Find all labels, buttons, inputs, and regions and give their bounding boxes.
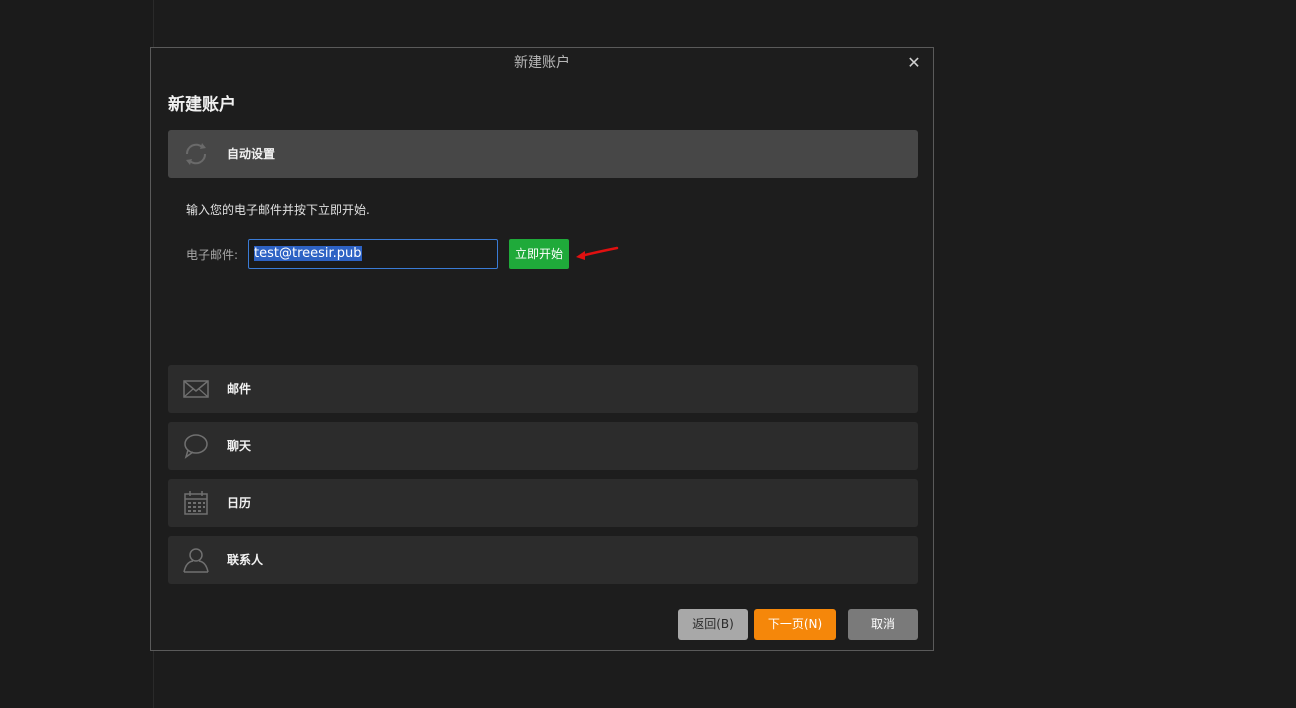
section-chat[interactable]: 聊天 xyxy=(168,422,918,470)
close-button[interactable]: ✕ xyxy=(905,54,923,72)
calendar-icon xyxy=(184,491,208,515)
chat-bubble-icon xyxy=(184,434,208,459)
section-contacts[interactable]: 联系人 xyxy=(168,536,918,584)
sync-icon xyxy=(185,143,207,165)
section-calendar[interactable]: 日历 xyxy=(168,479,918,527)
email-label: 电子邮件: xyxy=(186,248,239,262)
email-field[interactable]: test@treesir.pub xyxy=(248,239,498,269)
next-button[interactable]: 下一页(N) xyxy=(754,609,836,640)
section-label-contacts: 联系人 xyxy=(227,553,264,567)
section-label-chat: 聊天 xyxy=(227,439,252,453)
back-button[interactable]: 返回(B) xyxy=(678,609,748,640)
envelope-icon xyxy=(183,380,209,398)
section-label-auto-setup: 自动设置 xyxy=(227,147,276,161)
page-title: 新建账户 xyxy=(168,95,236,115)
person-icon xyxy=(183,548,209,573)
new-account-dialog: 新建账户 ✕ 新建账户 自动设置 输入您的电子邮件并按下立即开始. 电子邮件: … xyxy=(150,47,934,651)
section-label-calendar: 日历 xyxy=(227,496,252,510)
section-auto-setup[interactable]: 自动设置 xyxy=(168,130,918,178)
instruction-text: 输入您的电子邮件并按下立即开始. xyxy=(186,203,370,217)
section-mail[interactable]: 邮件 xyxy=(168,365,918,413)
cancel-button[interactable]: 取消 xyxy=(848,609,918,640)
email-value: test@treesir.pub xyxy=(254,246,362,261)
dialog-title: 新建账户 xyxy=(514,55,570,71)
background-panel xyxy=(0,0,154,708)
section-label-mail: 邮件 xyxy=(227,382,252,396)
annotation-arrow-icon xyxy=(576,246,619,260)
start-now-button[interactable]: 立即开始 xyxy=(509,239,569,269)
